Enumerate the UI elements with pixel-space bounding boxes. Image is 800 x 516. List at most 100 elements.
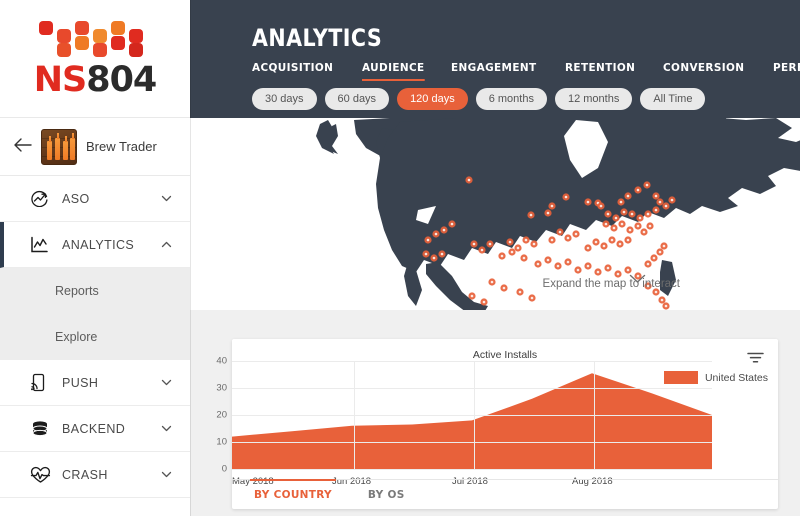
map-data-point[interactable] bbox=[465, 176, 473, 184]
map-data-point[interactable] bbox=[636, 214, 644, 222]
tab-retention[interactable]: RETENTION bbox=[565, 61, 635, 81]
map-data-point[interactable] bbox=[600, 242, 608, 250]
filter-icon[interactable] bbox=[747, 351, 764, 370]
current-app-row[interactable]: Brew Trader bbox=[0, 118, 190, 176]
card-tab-by-country[interactable]: BY COUNTRY bbox=[250, 479, 336, 509]
map-data-point[interactable] bbox=[594, 268, 602, 276]
tab-acquisition[interactable]: ACQUISITION bbox=[252, 61, 333, 81]
sidebar-item-aso[interactable]: ASO bbox=[0, 176, 190, 222]
map-data-point[interactable] bbox=[534, 260, 542, 268]
chevron-down-icon[interactable] bbox=[160, 422, 174, 436]
map-data-point[interactable] bbox=[650, 254, 658, 262]
map-data-point[interactable] bbox=[614, 270, 622, 278]
map-data-point[interactable] bbox=[522, 236, 530, 244]
map-data-point[interactable] bbox=[610, 224, 618, 232]
map-data-point[interactable] bbox=[584, 244, 592, 252]
map-data-point[interactable] bbox=[604, 264, 612, 272]
map-data-point[interactable] bbox=[592, 238, 600, 246]
map-data-point[interactable] bbox=[438, 250, 446, 258]
map-data-point[interactable] bbox=[634, 186, 642, 194]
map-data-point[interactable] bbox=[612, 214, 620, 222]
map-data-point[interactable] bbox=[544, 256, 552, 264]
map-data-point[interactable] bbox=[432, 230, 440, 238]
map-data-point[interactable] bbox=[660, 242, 668, 250]
map-data-point[interactable] bbox=[616, 240, 624, 248]
map-data-point[interactable] bbox=[644, 210, 652, 218]
map-data-point[interactable] bbox=[602, 220, 610, 228]
map-data-point[interactable] bbox=[530, 240, 538, 248]
map-data-point[interactable] bbox=[618, 220, 626, 228]
map-data-point[interactable] bbox=[624, 266, 632, 274]
map-data-point[interactable] bbox=[554, 262, 562, 270]
range-pill-60-days[interactable]: 60 days bbox=[324, 88, 390, 110]
map-data-point[interactable] bbox=[516, 288, 524, 296]
card-tab-by-os[interactable]: BY OS bbox=[364, 479, 409, 509]
map-data-point[interactable] bbox=[624, 236, 632, 244]
range-pill-30-days[interactable]: 30 days bbox=[252, 88, 317, 110]
sidebar-subitem-explore[interactable]: Explore bbox=[0, 314, 190, 360]
map-data-point[interactable] bbox=[486, 240, 494, 248]
map-data-point[interactable] bbox=[514, 244, 522, 252]
map-data-point[interactable] bbox=[644, 260, 652, 268]
north-america-map[interactable] bbox=[276, 118, 800, 310]
map-data-point[interactable] bbox=[562, 193, 570, 201]
map-expand-hint[interactable]: Expand the map to interact bbox=[543, 274, 680, 296]
range-pill-6-months[interactable]: 6 months bbox=[475, 88, 547, 110]
chevron-down-icon[interactable] bbox=[160, 192, 174, 206]
map-data-point[interactable] bbox=[506, 238, 514, 246]
range-pill-120-days[interactable]: 120 days bbox=[397, 88, 468, 110]
map-data-point[interactable] bbox=[656, 198, 664, 206]
map-data-point[interactable] bbox=[646, 222, 654, 230]
map-data-point[interactable] bbox=[440, 226, 448, 234]
map-data-point[interactable] bbox=[604, 210, 612, 218]
tab-conversion[interactable]: CONVERSION bbox=[663, 61, 744, 81]
chevron-down-icon[interactable] bbox=[160, 468, 174, 482]
range-pill-12-months[interactable]: 12 months bbox=[554, 88, 633, 110]
map-data-point[interactable] bbox=[528, 294, 536, 302]
sidebar-item-push[interactable]: PUSH bbox=[0, 360, 190, 406]
tab-performance[interactable]: PERFORMANCE bbox=[773, 61, 800, 81]
map-data-point[interactable] bbox=[527, 211, 535, 219]
map-data-point[interactable] bbox=[584, 262, 592, 270]
sidebar-item-analytics[interactable]: ANALYTICS bbox=[0, 222, 190, 268]
map-data-point[interactable] bbox=[488, 278, 496, 286]
back-arrow-icon[interactable] bbox=[14, 138, 32, 155]
map-data-point[interactable] bbox=[498, 252, 506, 260]
map-data-point[interactable] bbox=[574, 266, 582, 274]
range-pill-all-time[interactable]: All Time bbox=[640, 88, 706, 110]
map-data-point[interactable] bbox=[468, 292, 476, 300]
map-data-point[interactable] bbox=[500, 284, 508, 292]
map-data-point[interactable] bbox=[430, 254, 438, 262]
map-data-point[interactable] bbox=[424, 236, 432, 244]
audience-map-panel[interactable]: Expand the map to interact bbox=[190, 118, 800, 310]
map-data-point[interactable] bbox=[556, 228, 564, 236]
map-data-point[interactable] bbox=[634, 222, 642, 230]
map-data-point[interactable] bbox=[643, 181, 651, 189]
map-data-point[interactable] bbox=[564, 234, 572, 242]
map-data-point[interactable] bbox=[448, 220, 456, 228]
map-data-point[interactable] bbox=[548, 202, 556, 210]
tab-audience[interactable]: AUDIENCE bbox=[361, 61, 425, 81]
brand-logo[interactable]: NS804 bbox=[0, 0, 190, 118]
map-data-point[interactable] bbox=[544, 209, 552, 217]
tab-engagement[interactable]: ENGAGEMENT bbox=[451, 61, 536, 81]
sidebar-item-crash[interactable]: CRASH bbox=[0, 452, 190, 498]
map-data-point[interactable] bbox=[662, 202, 670, 210]
map-data-point[interactable] bbox=[608, 236, 616, 244]
map-data-point[interactable] bbox=[662, 302, 670, 310]
chevron-down-icon[interactable] bbox=[160, 376, 174, 390]
map-data-point[interactable] bbox=[584, 198, 592, 206]
map-data-point[interactable] bbox=[470, 240, 478, 248]
sidebar-subitem-reports[interactable]: Reports bbox=[0, 268, 190, 314]
map-data-point[interactable] bbox=[508, 248, 516, 256]
map-data-point[interactable] bbox=[668, 196, 676, 204]
map-data-point[interactable] bbox=[520, 254, 528, 262]
map-data-point[interactable] bbox=[628, 210, 636, 218]
map-data-point[interactable] bbox=[652, 192, 660, 200]
map-data-point[interactable] bbox=[572, 230, 580, 238]
sidebar-item-backend[interactable]: BACKEND bbox=[0, 406, 190, 452]
map-data-point[interactable] bbox=[620, 208, 628, 216]
map-data-point[interactable] bbox=[626, 226, 634, 234]
map-data-point[interactable] bbox=[652, 206, 660, 214]
map-data-point[interactable] bbox=[422, 250, 430, 258]
